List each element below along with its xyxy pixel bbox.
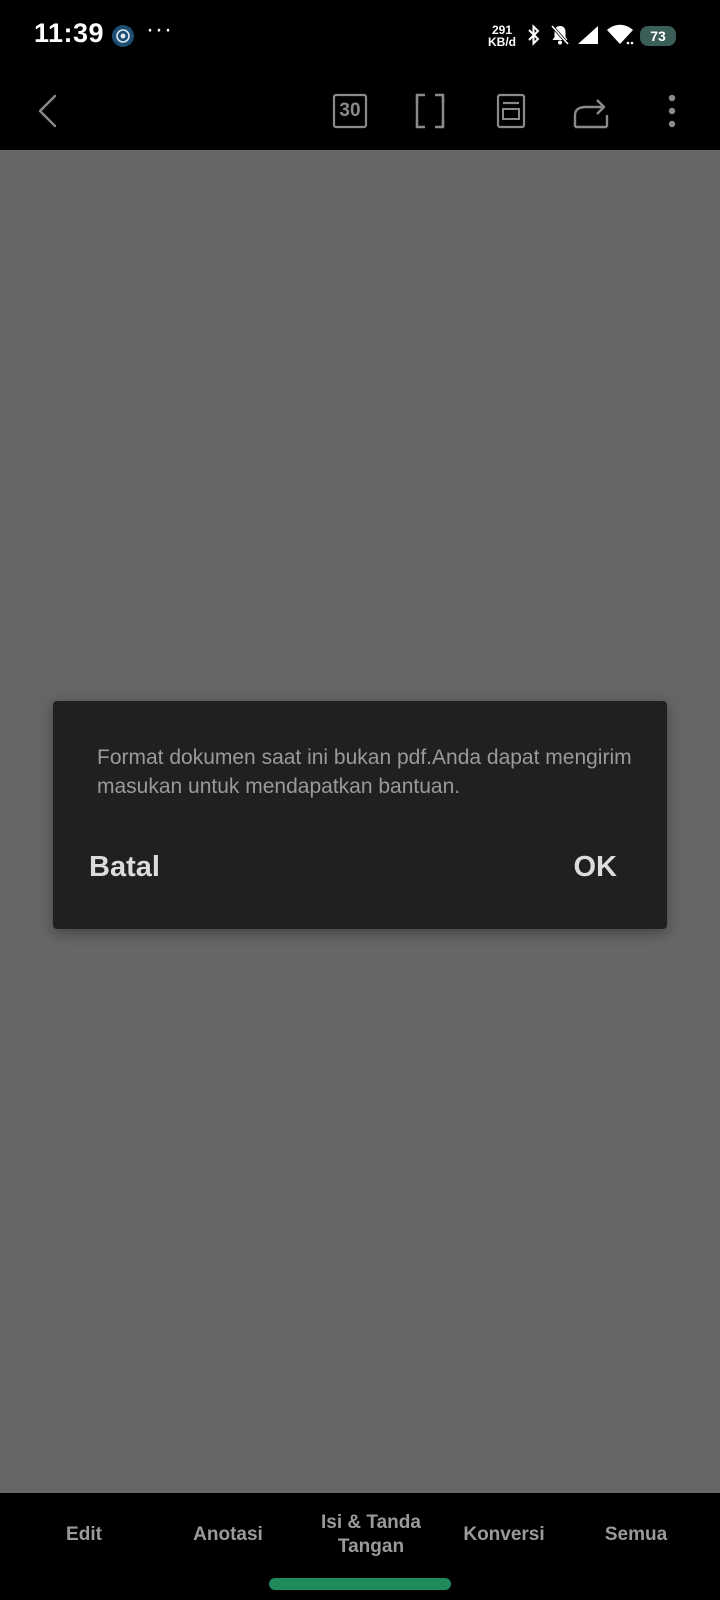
fullscreen-icon (415, 93, 445, 129)
net-speed: 291 KB/d (488, 24, 516, 48)
nav-item-isi-tanda-tangan[interactable]: Isi & Tanda Tangan (306, 1507, 436, 1563)
share-icon (572, 93, 610, 129)
ok-button[interactable]: OK (574, 851, 618, 884)
more-options-button[interactable] (647, 86, 697, 136)
nav-item-konversi[interactable]: Konversi (439, 1507, 569, 1563)
cancel-button[interactable]: Batal (89, 851, 160, 884)
muted-bell-icon (550, 24, 570, 51)
signal-icon (576, 24, 600, 51)
status-bar: 11:39 ··· 291 KB/d 73 (0, 0, 720, 72)
chrome-notification-icon (112, 25, 134, 47)
dialog-message: Format dokumen saat ini bukan pdf.Anda d… (97, 746, 632, 798)
error-dialog: Format dokumen saat ini bukan pdf.Anda d… (53, 701, 667, 929)
share-button[interactable] (566, 86, 616, 136)
page-number-label: 30 (339, 100, 361, 121)
back-icon (35, 93, 59, 129)
battery-icon: 73 (640, 26, 676, 46)
net-speed-unit: KB/d (488, 35, 516, 49)
nav-item-anotasi[interactable]: Anotasi (163, 1507, 293, 1563)
top-toolbar: 30 (0, 72, 720, 150)
wifi-icon (606, 24, 634, 51)
page-number-icon: 30 (332, 93, 368, 129)
more-options-icon (668, 93, 676, 129)
page-number-button[interactable]: 30 (325, 86, 375, 136)
bottom-nav: Edit Anotasi Isi & Tanda Tangan Konversi… (0, 1493, 720, 1600)
nav-item-semua[interactable]: Semua (571, 1507, 701, 1563)
back-button[interactable] (22, 86, 72, 136)
status-time: 11:39 (34, 18, 105, 48)
fullscreen-button[interactable] (405, 86, 455, 136)
bluetooth-icon (526, 24, 542, 51)
home-indicator[interactable] (269, 1578, 451, 1590)
reading-mode-button[interactable] (486, 86, 536, 136)
reading-mode-icon (496, 93, 526, 129)
nav-item-edit[interactable]: Edit (19, 1507, 149, 1563)
more-notifications-indicator: ··· (146, 16, 173, 43)
